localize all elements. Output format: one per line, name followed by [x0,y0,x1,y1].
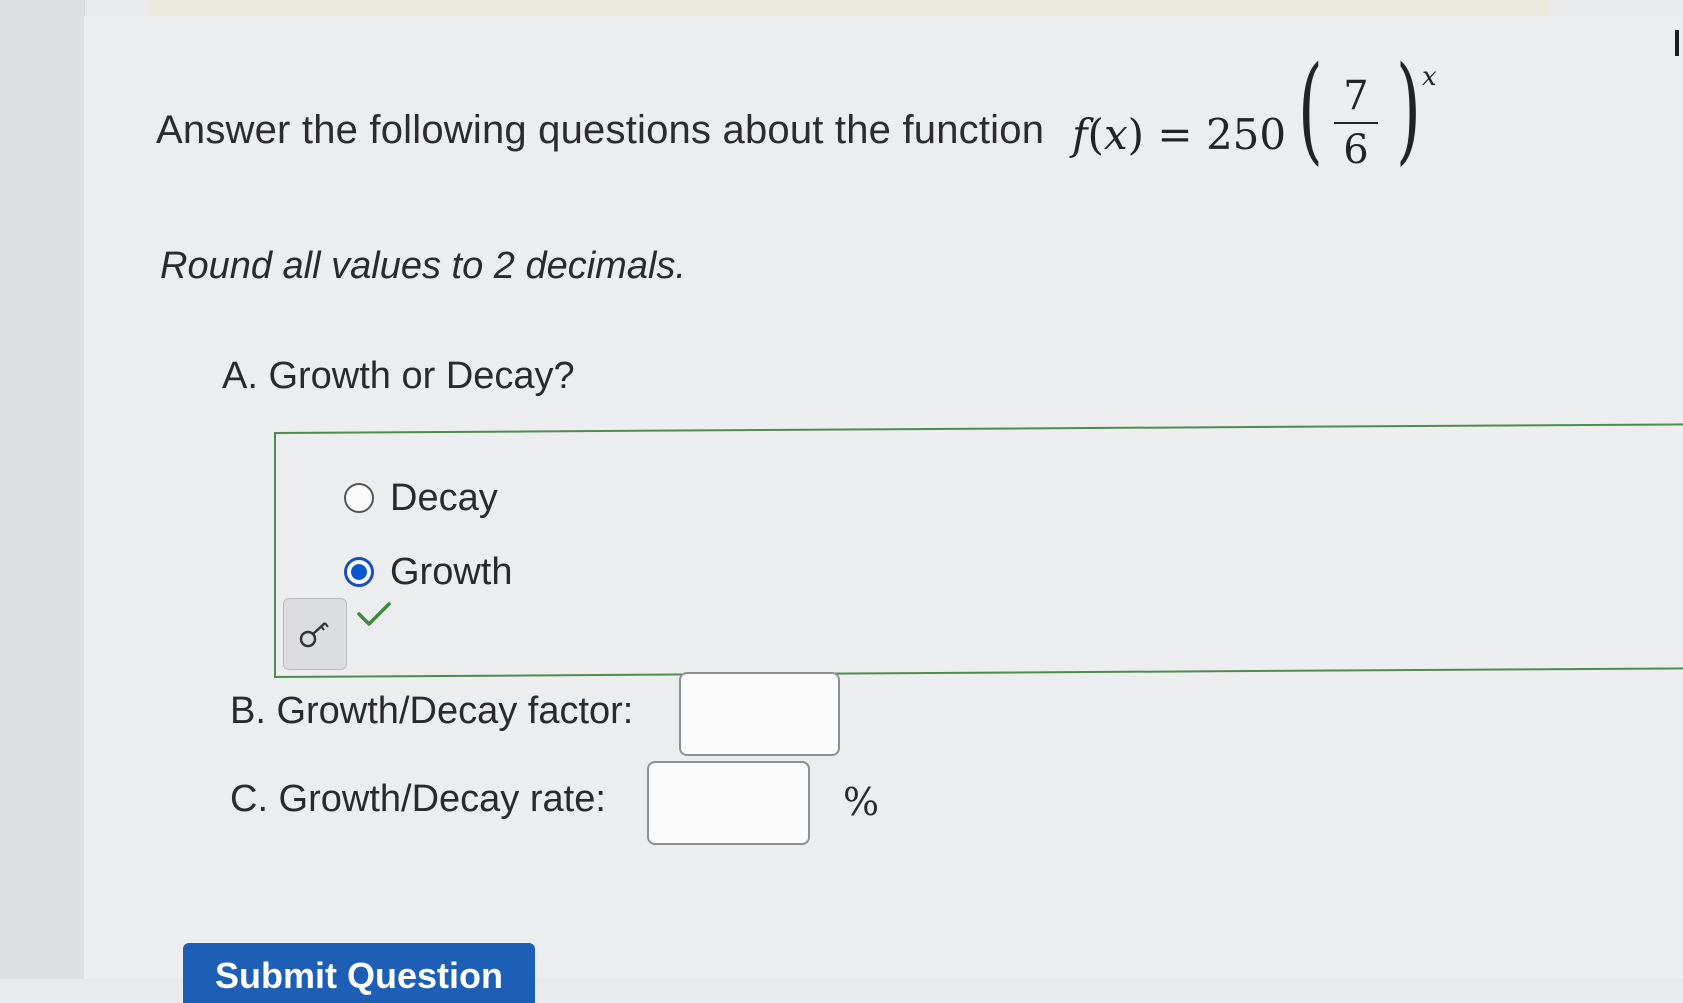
checkmark-icon [357,602,391,626]
formula-fraction: 7 6 [1334,74,1378,172]
key-icon [299,622,329,648]
option-decay-label[interactable]: Decay [390,477,498,520]
question-title: Answer the following questions about the… [156,108,1045,152]
formula-exponent: x [1422,62,1437,92]
rounding-instruction: Round all values to 2 decimals. [160,245,686,287]
left-margin [0,0,85,979]
growth-decay-factor-input[interactable] [679,672,840,756]
part-c-label: C. Growth/Decay rate: [230,778,606,820]
formula-coefficient: 250 [1205,110,1287,159]
formula-right-paren: ) [1396,42,1421,177]
fraction-bar [1334,122,1378,124]
formula-left-paren: ( [1298,42,1323,177]
formula-lhs: f(x) = 250 [1072,110,1287,159]
scrollbar-edge[interactable] [1675,30,1679,56]
part-b-label: B. Growth/Decay factor: [230,690,634,732]
part-a-label: A. Growth or Decay? [222,355,575,397]
radio-growth-selected[interactable] [344,557,374,587]
option-growth[interactable]: Growth [344,550,512,594]
fraction-numerator: 7 [1343,73,1369,119]
top-banner-strip [150,0,1550,16]
percent-unit: % [843,780,880,824]
fraction-denominator: 6 [1343,127,1369,173]
option-growth-label[interactable]: Growth [390,551,512,594]
radio-decay[interactable] [344,483,374,513]
key-button[interactable] [283,598,347,670]
option-decay[interactable]: Decay [344,476,498,520]
growth-decay-rate-input[interactable] [647,761,810,845]
submit-question-button[interactable]: Submit Question [183,943,535,1003]
